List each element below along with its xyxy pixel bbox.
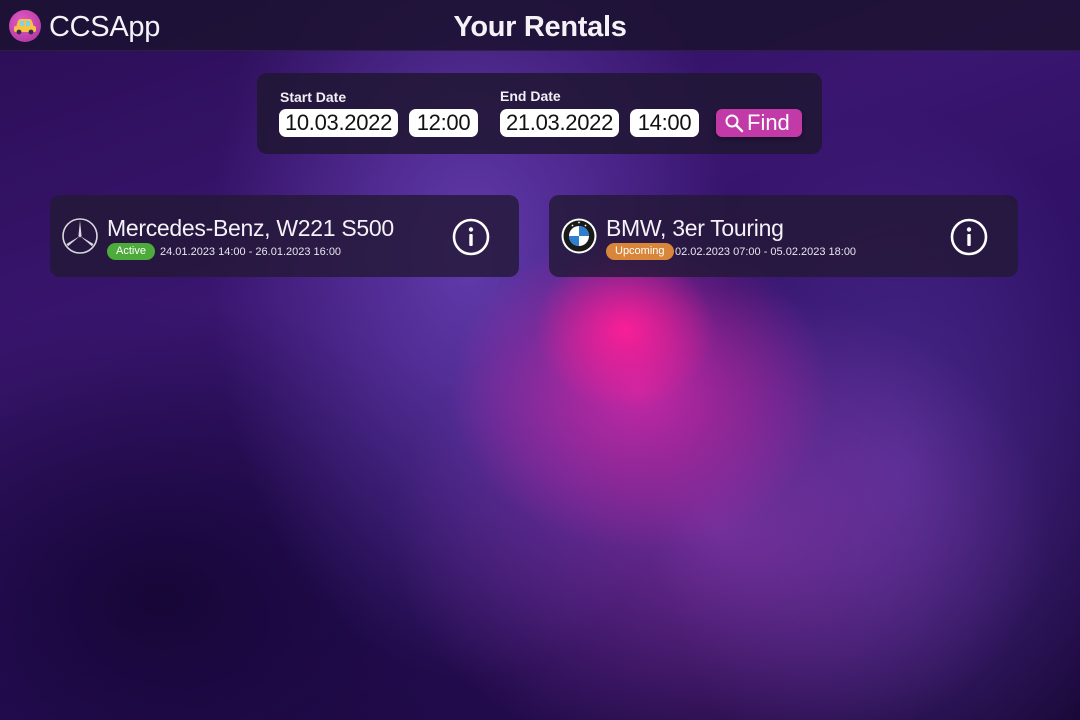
bmw-logo-icon	[561, 218, 597, 254]
find-button-label: Find	[747, 110, 790, 135]
car-name: Mercedes-Benz, W221 S500	[107, 215, 394, 241]
search-icon	[725, 114, 744, 133]
mercedes-logo-icon	[62, 218, 98, 254]
top-app-bar: CCSApp Your Rentals	[0, 0, 1080, 51]
end-date-label: End Date	[500, 88, 561, 104]
rental-period: 24.01.2023 14:00 - 26.01.2023 16:00	[160, 246, 342, 258]
start-time-input[interactable]: 12:00	[409, 109, 478, 137]
rental-period: 02.02.2023 07:00 - 05.02.2023 18:00	[675, 246, 857, 258]
start-date-input[interactable]: 10.03.2022	[279, 109, 398, 137]
page-title: Your Rentals	[453, 11, 627, 43]
rental-card[interactable]: Mercedes-Benz, W221 S500 Active 24.01.20…	[50, 195, 519, 277]
date-filter-panel: Start Date 10.03.2022 12:00 End Date 21.…	[257, 73, 822, 154]
info-icon[interactable]	[451, 217, 491, 257]
car-name: BMW, 3er Touring	[606, 215, 784, 241]
info-icon[interactable]	[949, 217, 989, 257]
status-badge: Active	[107, 243, 155, 260]
find-button[interactable]: Find	[716, 109, 802, 137]
end-time-input[interactable]: 14:00	[630, 109, 699, 137]
end-date-input[interactable]: 21.03.2022	[500, 109, 619, 137]
status-badge: Upcoming	[606, 243, 674, 260]
start-date-label: Start Date	[280, 89, 347, 105]
rental-card[interactable]: BMW, 3er Touring Upcoming 02.02.2023 07:…	[549, 195, 1018, 277]
